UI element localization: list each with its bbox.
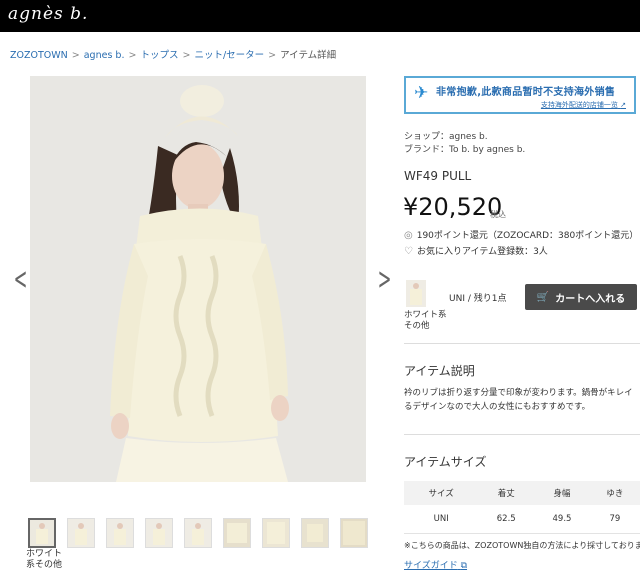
- shop-info: ショップ：agnes b. ブランド：To b. by agnes b.: [404, 131, 525, 157]
- chevron-right-icon: >: [377, 262, 392, 297]
- model-photo-illustration: [30, 76, 366, 482]
- favorites-info: ♡ お気に入りアイテム登録数：3人: [404, 244, 548, 257]
- breadcrumb-separator: >: [268, 50, 277, 61]
- thumbnail-strip: [28, 518, 368, 548]
- cart-icon: 🛒: [536, 291, 550, 303]
- top-header: agnès b.: [0, 0, 640, 32]
- breadcrumb-knit[interactable]: ニット/セーター: [194, 50, 264, 61]
- gallery-prev-button[interactable]: <: [14, 262, 28, 297]
- thumbnail-4[interactable]: [145, 518, 173, 548]
- points-info: ◎ 190ポイント還元（ZOZOCARD：380ポイント還元）: [404, 228, 638, 241]
- shop-line[interactable]: ショップ：agnes b.: [404, 131, 525, 144]
- notice-text: 非常抱歉,此款商品暂时不支持海外销售: [436, 87, 616, 98]
- points-text: 190ポイント還元（ZOZOCARD：380ポイント還元）: [416, 231, 639, 241]
- thumbnail-color-caption: ホワイト系その他: [26, 549, 63, 570]
- section-divider: [404, 434, 640, 435]
- size-cell: 79: [589, 505, 640, 534]
- cart-button-label: カートへ入れる: [555, 293, 626, 305]
- description-title: アイテム説明: [404, 364, 475, 378]
- heart-icon[interactable]: ♡: [404, 246, 413, 257]
- size-header-size: サイズ: [404, 481, 479, 505]
- product-name: WF49 PULL: [404, 169, 472, 183]
- size-table: サイズ 着丈 身幅 ゆき UNI 62.5 49.5 79: [404, 481, 640, 534]
- table-row: UNI 62.5 49.5 79: [404, 505, 640, 534]
- external-link-icon: ↗: [620, 101, 626, 109]
- coin-stack-icon: ◎: [404, 230, 413, 241]
- airplane-icon: ✈: [414, 83, 429, 103]
- add-to-cart-button[interactable]: 🛒 カートへ入れる: [525, 284, 637, 310]
- size-header-length: 着丈: [478, 481, 535, 505]
- gallery-next-button[interactable]: >: [378, 262, 392, 297]
- thumbnail-8[interactable]: [301, 518, 329, 548]
- size-cell: 62.5: [478, 505, 535, 534]
- variant-stock: UNI / 残り1点: [449, 294, 507, 304]
- breadcrumb-tops[interactable]: トップス: [140, 50, 178, 61]
- size-cell: 49.5: [534, 505, 590, 534]
- tax-label: 税込: [490, 210, 506, 219]
- copy-icon: ⧉: [460, 561, 468, 571]
- breadcrumb: ZOZOTOWN > agnes b. > トップス > ニット/セーター > アイテム詳細: [10, 47, 336, 61]
- thumbnail-6[interactable]: [223, 518, 251, 548]
- thumbnail-3[interactable]: [106, 518, 134, 548]
- description-text: 衿のリブは折り返す分量で印象が変わります。鍋骨がキレイ るデザインなので大人の女…: [404, 386, 640, 414]
- breadcrumb-separator: >: [128, 50, 137, 61]
- breadcrumb-separator: >: [182, 50, 191, 61]
- product-price: ¥20,520: [403, 193, 503, 221]
- overseas-notice-banner: ✈ 非常抱歉,此款商品暂时不支持海外销售 支持海外配送的店铺一览 ↗: [404, 76, 636, 114]
- thumbnail-1[interactable]: [28, 518, 56, 548]
- size-table-header: サイズ 着丈 身幅 ゆき: [404, 481, 640, 505]
- description-line-1: 衿のリブは折り返す分量で印象が変わります。鍋骨がキレイ: [404, 388, 633, 398]
- thumbnail-9[interactable]: [340, 518, 368, 548]
- size-section-title: アイテムサイズ: [404, 455, 487, 469]
- variant-color-caption: ホワイト系その他: [404, 310, 447, 331]
- thumbnail-5[interactable]: [184, 518, 212, 548]
- size-header-sleeve: ゆき: [589, 481, 640, 505]
- brand-logo[interactable]: agnès b.: [8, 4, 88, 24]
- product-main-image[interactable]: [30, 76, 366, 482]
- breadcrumb-brand[interactable]: agnes b.: [84, 50, 125, 61]
- thumbnail-2[interactable]: [67, 518, 95, 548]
- notice-link-label: 支持海外配送的店铺一览: [540, 101, 618, 109]
- size-guide-label: サイズガイド: [404, 561, 458, 571]
- size-guide-link[interactable]: サイズガイド ⧉: [404, 558, 467, 571]
- breadcrumb-separator: >: [71, 50, 80, 61]
- breadcrumb-current: アイテム詳細: [280, 50, 337, 61]
- overseas-shop-list-link[interactable]: 支持海外配送的店铺一览 ↗: [541, 100, 626, 110]
- variant-thumbnail[interactable]: [406, 280, 426, 307]
- breadcrumb-zozotown[interactable]: ZOZOTOWN: [10, 50, 68, 61]
- size-header-width: 身幅: [534, 481, 590, 505]
- size-note: ※こちらの商品は、ZOZOTOWN独自の方法により採寸しておりま: [404, 541, 640, 550]
- size-cell: UNI: [404, 505, 479, 534]
- thumbnail-7[interactable]: [262, 518, 290, 548]
- chevron-left-icon: <: [13, 262, 28, 297]
- section-divider: [404, 343, 640, 344]
- brand-line[interactable]: ブランド：To b. by agnes b.: [404, 144, 525, 157]
- favorites-text: お気に入りアイテム登録数：3人: [416, 247, 548, 257]
- description-line-2: るデザインなので大人の女性にもおすすめです。: [404, 402, 591, 412]
